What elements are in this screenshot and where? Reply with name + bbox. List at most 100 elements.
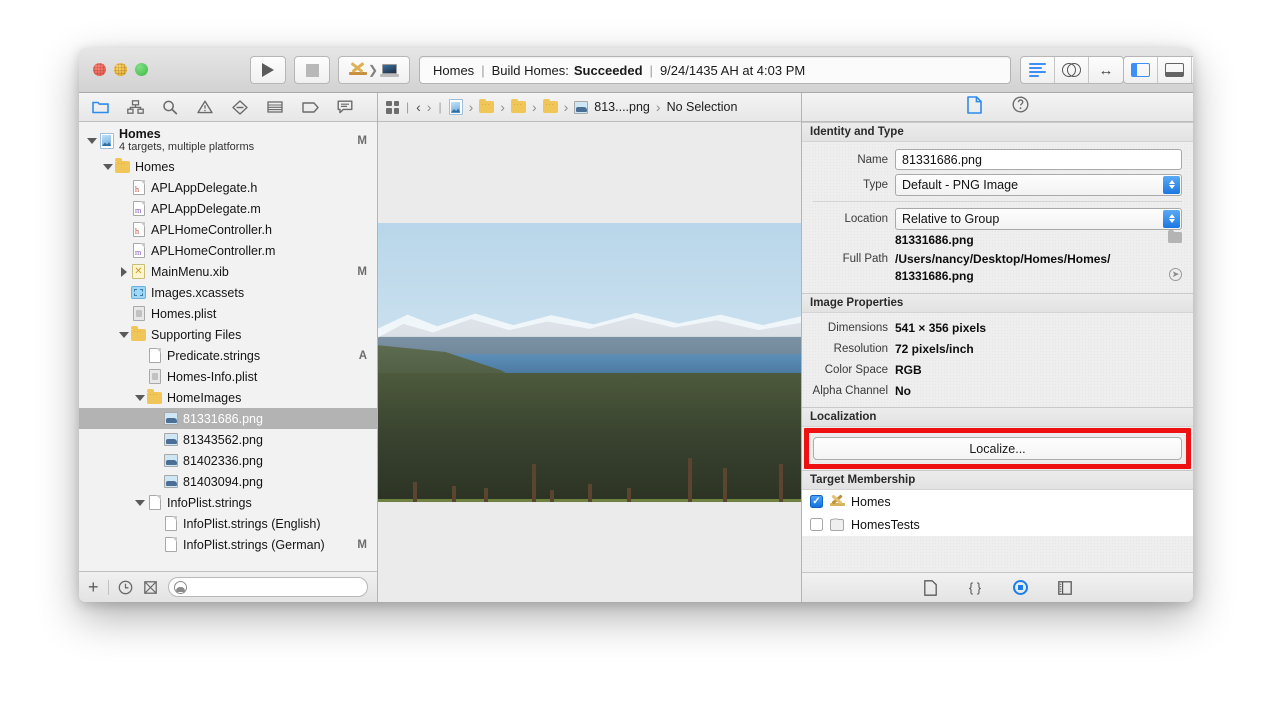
source-control-filter-icon[interactable] [143,579,159,595]
scheme-selector[interactable]: ❯ [338,56,410,84]
version-editor-button[interactable]: ↔ [1089,57,1123,83]
report-navigator-tab[interactable] [330,96,360,118]
run-button[interactable] [250,56,286,84]
breadcrumb-folder-icon-2[interactable] [511,101,526,113]
breadcrumb-selection-label[interactable]: No Selection [667,100,738,114]
object-library-icon[interactable] [1012,579,1029,596]
quick-help-inspector-tab[interactable] [1012,96,1029,118]
toggle-utilities-button[interactable] [1192,57,1193,83]
navigator-row[interactable]: Supporting Files [79,324,377,345]
navigator-row[interactable]: 81403094.png [79,471,377,492]
disclosure-triangle-open[interactable] [133,395,146,401]
breadcrumb-folder-icon-3[interactable] [543,101,558,113]
disclosure-triangle-closed[interactable] [117,267,130,277]
disclosure-triangle-open[interactable] [101,164,114,170]
jumpbar-divider-2: | [438,100,441,114]
navigator-row[interactable]: Predicate.stringsA [79,345,377,366]
media-library-icon[interactable] [1057,579,1074,596]
debug-navigator-tab[interactable] [260,96,290,118]
code-snippet-library-icon[interactable]: { } [967,579,984,596]
image-property-row: Color SpaceRGB [802,359,1193,380]
navigator-row[interactable]: Homes.plist [79,303,377,324]
navigator-row-label: APLHomeController.m [151,244,275,258]
breadcrumb-project-icon[interactable] [449,99,463,115]
issue-navigator-tab[interactable] [190,96,220,118]
navigator-row-label: 81403094.png [183,475,263,489]
full-path-line-1: /Users/nancy/Desktop/Homes/Homes/ [895,251,1110,268]
standard-editor-button[interactable] [1021,57,1055,83]
assistant-editor-button[interactable] [1055,57,1089,83]
breadcrumb-folder-icon-1[interactable] [479,101,494,113]
navigator-row[interactable]: 81343562.png [79,429,377,450]
test-navigator-tab[interactable] [225,96,255,118]
toggle-debug-area-button[interactable] [1158,57,1192,83]
go-forward-button[interactable]: › [427,100,432,114]
related-items-icon[interactable] [386,101,399,114]
type-select[interactable]: Default - PNG Image [895,174,1182,196]
symbol-navigator-tab[interactable] [120,96,150,118]
file-template-library-icon[interactable] [922,579,939,596]
image-property-value: 72 pixels/inch [895,342,974,356]
jumpbar-divider-1: | [406,100,409,114]
navigator-row[interactable]: Images.xcassets [79,282,377,303]
navigator-row[interactable]: InfoPlist.strings (English) [79,513,377,534]
project-navigator-tab[interactable] [85,96,115,118]
strings-file-icon [149,495,161,510]
target-checkbox[interactable] [810,518,823,531]
project-navigator-tree[interactable]: Homes4 targets, multiple platformsMHomes… [79,122,377,571]
minimize-window-button[interactable] [114,63,127,76]
add-file-button[interactable]: + [88,578,99,596]
identity-and-type-header: Identity and Type [802,122,1193,142]
source-file-icon: m [133,201,145,216]
type-stepper-icon [1163,176,1180,194]
disclosure-triangle-open[interactable] [133,500,146,506]
localize-button[interactable]: Localize... [813,437,1182,460]
navigator-row[interactable]: Homes [79,156,377,177]
disclosure-triangle-open[interactable] [117,332,130,338]
location-select[interactable]: Relative to Group [895,208,1182,230]
localization-header: Localization [802,407,1193,427]
navigator-row[interactable]: 81331686.png [79,408,377,429]
navigator-row-label: Images.xcassets [151,286,244,300]
target-membership-row[interactable]: HomesTests [802,513,1193,536]
reveal-in-finder-icon[interactable]: ➤ [1169,268,1182,281]
toggle-navigator-button[interactable] [1124,57,1158,83]
close-window-button[interactable] [93,63,106,76]
strings-file-icon [165,516,177,531]
breakpoint-navigator-tab[interactable] [295,96,325,118]
stop-button[interactable] [294,56,330,84]
navigator-row[interactable]: Homes4 targets, multiple platformsM [79,125,377,156]
breadcrumb-file-label[interactable]: 813....png [594,100,650,114]
navigator-row[interactable]: InfoPlist.strings [79,492,377,513]
find-navigator-tab[interactable] [155,96,185,118]
navigator-row[interactable]: ✕MainMenu.xibM [79,261,377,282]
editor-mode-segmented-control: ↔ [1020,56,1124,84]
file-inspector-tab[interactable] [967,96,982,119]
navigator-row[interactable]: hAPLAppDelegate.h [79,177,377,198]
zoom-window-button[interactable] [135,63,148,76]
recent-files-icon[interactable] [118,579,134,595]
breadcrumb-chevron-2: › [500,100,505,114]
build-status-bar[interactable]: Homes | Build Homes: Succeeded | 9/24/14… [419,56,1011,84]
filter-input[interactable] [168,577,368,597]
my-mac-destination-icon [380,64,399,77]
navigator-row[interactable]: InfoPlist.strings (German)M [79,534,377,555]
go-back-button[interactable]: ‹ [416,100,421,114]
choose-folder-icon[interactable] [1168,232,1182,243]
location-stepper-icon [1163,210,1180,228]
disclosure-triangle-open[interactable] [85,138,98,144]
target-membership-row[interactable]: Homes [802,490,1193,513]
navigator-row[interactable]: hAPLHomeController.h [79,219,377,240]
navigator-row[interactable]: mAPLHomeController.m [79,240,377,261]
name-input[interactable]: 81331686.png [895,149,1182,170]
target-checkbox[interactable] [810,495,823,508]
navigator-row[interactable]: HomeImages [79,387,377,408]
navigator-row[interactable]: Homes-Info.plist [79,366,377,387]
navigator-row[interactable]: mAPLAppDelegate.m [79,198,377,219]
screenshot-root: ❯ Homes | Build Homes: Succeeded | 9/24/… [0,0,1269,708]
navigator-row[interactable]: 81402336.png [79,450,377,471]
full-path-label: Full Path [802,251,895,265]
type-label: Type [802,179,895,191]
image-property-label: Dimensions [802,322,895,334]
navigator-row-label: Homes-Info.plist [167,370,257,384]
